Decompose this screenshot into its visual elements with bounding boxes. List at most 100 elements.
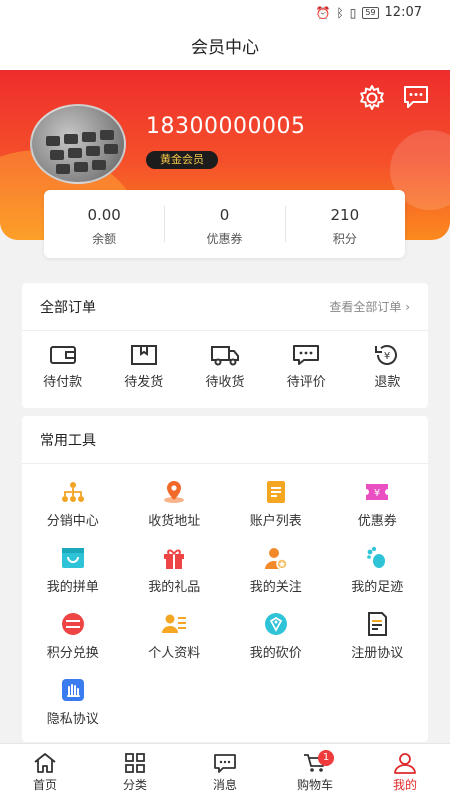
- tab-category[interactable]: 分类: [90, 744, 180, 800]
- list-icon: [266, 481, 285, 503]
- footprint-icon: [367, 547, 386, 568]
- tool-label: 个人资料: [148, 646, 201, 661]
- page-title: 会员中心: [0, 26, 450, 70]
- tool-label: 我的礼品: [148, 580, 201, 595]
- cart-badge: 1: [318, 750, 334, 766]
- refund-icon: ¥: [375, 345, 398, 365]
- tool-label: 我的拼单: [46, 580, 99, 595]
- user-icon: [394, 753, 416, 774]
- tool-label: 积分兑换: [46, 646, 99, 661]
- tab-home[interactable]: 首页: [0, 744, 90, 800]
- view-all-orders-link[interactable]: 查看全部订单 ›: [329, 298, 410, 315]
- tool-points-exchange[interactable]: 积分兑换: [22, 604, 124, 670]
- tool-address[interactable]: 收货地址: [124, 472, 226, 538]
- stat-balance[interactable]: 0.00 余额: [44, 190, 164, 258]
- tool-footprint[interactable]: 我的足迹: [327, 538, 429, 604]
- category-icon: [125, 753, 145, 773]
- truck-icon: [211, 346, 239, 366]
- package-icon: [130, 345, 157, 365]
- distribution-icon: [61, 482, 84, 502]
- order-status-row: 待付款 待发货 待收货 待评价 ¥ 退款: [22, 331, 428, 390]
- tool-label: 注册协议: [351, 646, 404, 661]
- status-icons: ⏰ ᛒ ▯ 59 12:07: [316, 5, 422, 20]
- order-label: 待付款: [43, 375, 83, 390]
- tab-label: 我的: [392, 778, 417, 792]
- tool-label: 账户列表: [249, 514, 302, 529]
- order-label: 退款: [374, 375, 401, 390]
- tool-privacy-agreement[interactable]: 隐私协议: [22, 670, 124, 736]
- message-icon: [214, 754, 236, 773]
- coupon-icon: ¥: [366, 484, 389, 500]
- stat-label: 优惠券: [206, 232, 243, 246]
- tool-label: 优惠券: [357, 514, 397, 529]
- tool-coupons[interactable]: ¥ 优惠券: [327, 472, 429, 538]
- stat-label: 积分: [332, 232, 357, 246]
- order-pending-payment[interactable]: 待付款: [22, 343, 103, 390]
- tab-cart[interactable]: 购物车: [270, 744, 360, 800]
- stat-value: 0: [219, 206, 230, 224]
- order-pending-review[interactable]: 待评价: [266, 343, 347, 390]
- tool-label: 隐私协议: [46, 712, 99, 727]
- wallet-icon: [49, 346, 76, 364]
- tab-label: 分类: [122, 778, 147, 792]
- orders-card: 全部订单 查看全部订单 › 待付款 待发货 待收货 待评价 ¥ 退款: [22, 283, 428, 408]
- avatar[interactable]: [30, 104, 126, 184]
- tool-accounts[interactable]: 账户列表: [225, 472, 327, 538]
- bluetooth-icon: ᛒ: [336, 5, 344, 20]
- user-phone: 18300000005: [146, 114, 306, 139]
- order-label: 待发货: [124, 375, 164, 390]
- member-level-badge: 黄金会员: [146, 151, 218, 169]
- home-icon: [34, 753, 56, 773]
- orders-header: 全部订单 查看全部订单 ›: [22, 283, 428, 331]
- tab-label: 首页: [32, 778, 57, 792]
- tool-label: 我的足迹: [351, 580, 404, 595]
- tools-card: 常用工具 分销中心 收货地址 账户列表 ¥ 优惠券 我的拼单 我的礼品 我的关注…: [22, 416, 428, 742]
- stat-label: 余额: [92, 232, 117, 246]
- group-buy-icon: [61, 548, 84, 568]
- orders-title: 全部订单: [40, 299, 96, 316]
- order-pending-receipt[interactable]: 待收货: [184, 343, 265, 390]
- tool-group-buy[interactable]: 我的拼单: [22, 538, 124, 604]
- order-pending-shipment[interactable]: 待发货: [103, 343, 184, 390]
- order-refund[interactable]: ¥ 退款: [347, 343, 428, 390]
- follow-icon: [264, 548, 288, 570]
- settings-gear-icon[interactable]: [358, 84, 386, 112]
- alarm-icon: ⏰: [315, 5, 331, 20]
- tab-label: 购物车: [296, 778, 333, 792]
- message-icon[interactable]: [402, 84, 430, 110]
- tools-grid: 分销中心 收货地址 账户列表 ¥ 优惠券 我的拼单 我的礼品 我的关注 我的足迹…: [22, 464, 428, 736]
- tool-follow[interactable]: 我的关注: [225, 538, 327, 604]
- tab-mine[interactable]: 我的: [360, 744, 450, 800]
- order-label: 待收货: [205, 375, 245, 390]
- tool-profile[interactable]: 个人资料: [124, 604, 226, 670]
- gift-icon: [164, 549, 185, 569]
- tool-gifts[interactable]: 我的礼品: [124, 538, 226, 604]
- comment-icon: [293, 345, 320, 365]
- tools-title: 常用工具: [40, 432, 96, 449]
- battery-icon: 59: [362, 6, 379, 19]
- location-icon: [164, 481, 185, 503]
- stat-points[interactable]: 210 积分: [284, 190, 405, 258]
- vibrate-icon: ▯: [349, 5, 357, 20]
- tools-header: 常用工具: [22, 416, 428, 464]
- tab-label: 消息: [212, 778, 237, 792]
- clock: 12:07: [384, 5, 422, 20]
- bottom-tab-bar: 首页 分类 消息 购物车 我的: [0, 743, 450, 800]
- tool-label: 收货地址: [148, 514, 201, 529]
- stat-coupons[interactable]: 0 优惠券: [164, 190, 284, 258]
- privacy-icon: [61, 679, 84, 701]
- tool-label: 分销中心: [46, 514, 99, 529]
- stat-value: 210: [330, 206, 360, 224]
- account-stats: 0.00 余额 0 优惠券 210 积分: [44, 190, 405, 258]
- svg-text:¥: ¥: [374, 488, 380, 499]
- tool-register-agreement[interactable]: 注册协议: [327, 604, 429, 670]
- tool-label: 我的砍价: [249, 646, 302, 661]
- agreement-icon: [368, 612, 388, 636]
- tab-messages[interactable]: 消息: [180, 744, 270, 800]
- order-label: 待评价: [286, 375, 326, 390]
- bargain-icon: [264, 613, 287, 635]
- tool-distribution[interactable]: 分销中心: [22, 472, 124, 538]
- tool-bargain[interactable]: 我的砍价: [225, 604, 327, 670]
- points-icon: [61, 613, 84, 635]
- stat-value: 0.00: [87, 206, 121, 224]
